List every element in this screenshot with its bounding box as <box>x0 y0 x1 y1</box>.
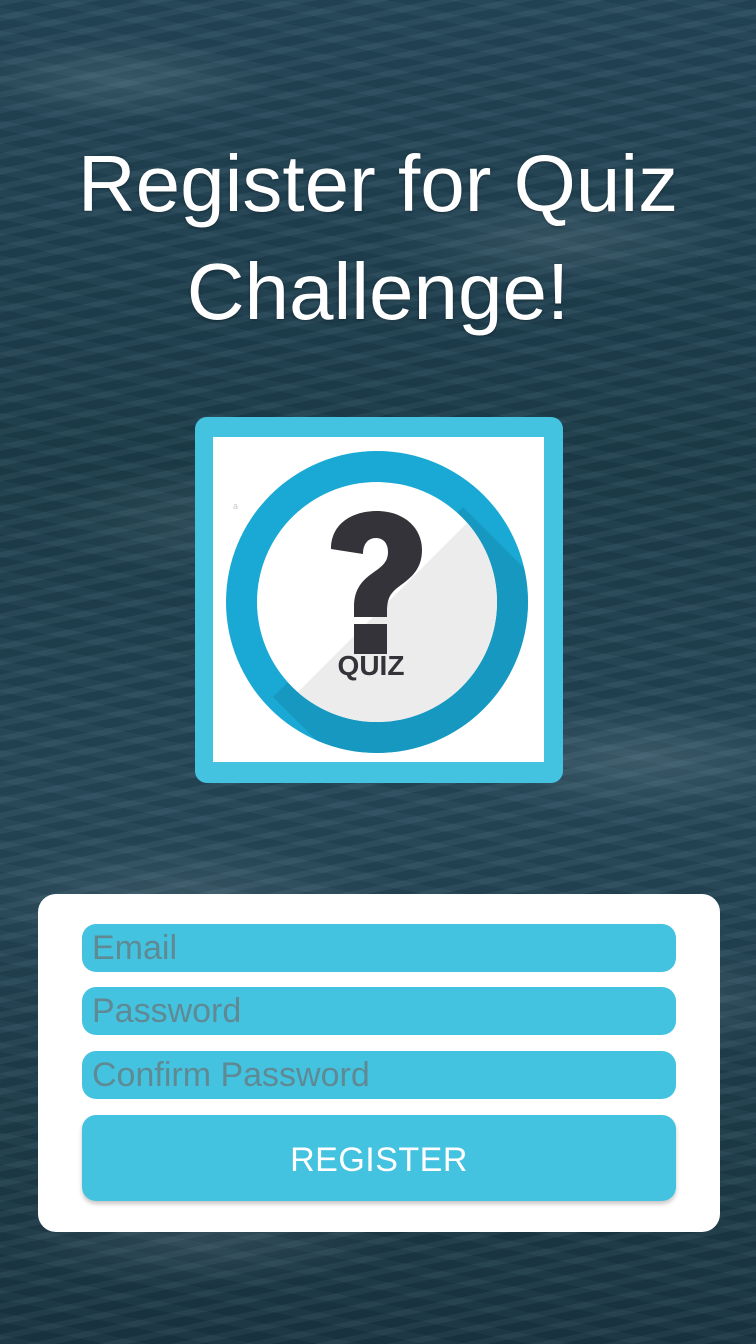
quiz-question-mark-icon: a a a a a a a a a <box>226 451 528 753</box>
page-title-line-1: Register for Quiz <box>77 139 679 228</box>
quiz-label: QUIZ <box>338 650 405 681</box>
register-button[interactable]: REGISTER <box>82 1115 676 1201</box>
registration-form: Email Password Confirm Password REGISTER <box>38 894 720 1232</box>
email-field[interactable]: Email <box>82 924 676 972</box>
page-title: Register for Quiz Challenge! <box>0 130 756 346</box>
svg-text:a: a <box>233 501 238 511</box>
password-field[interactable]: Password <box>82 987 676 1035</box>
quiz-logo-image: a a a a a a a a a <box>213 437 544 762</box>
quiz-logo: a a a a a a a a a <box>195 417 563 783</box>
page-title-line-2: Challenge! <box>186 247 570 336</box>
confirm-password-field[interactable]: Confirm Password <box>82 1051 676 1099</box>
